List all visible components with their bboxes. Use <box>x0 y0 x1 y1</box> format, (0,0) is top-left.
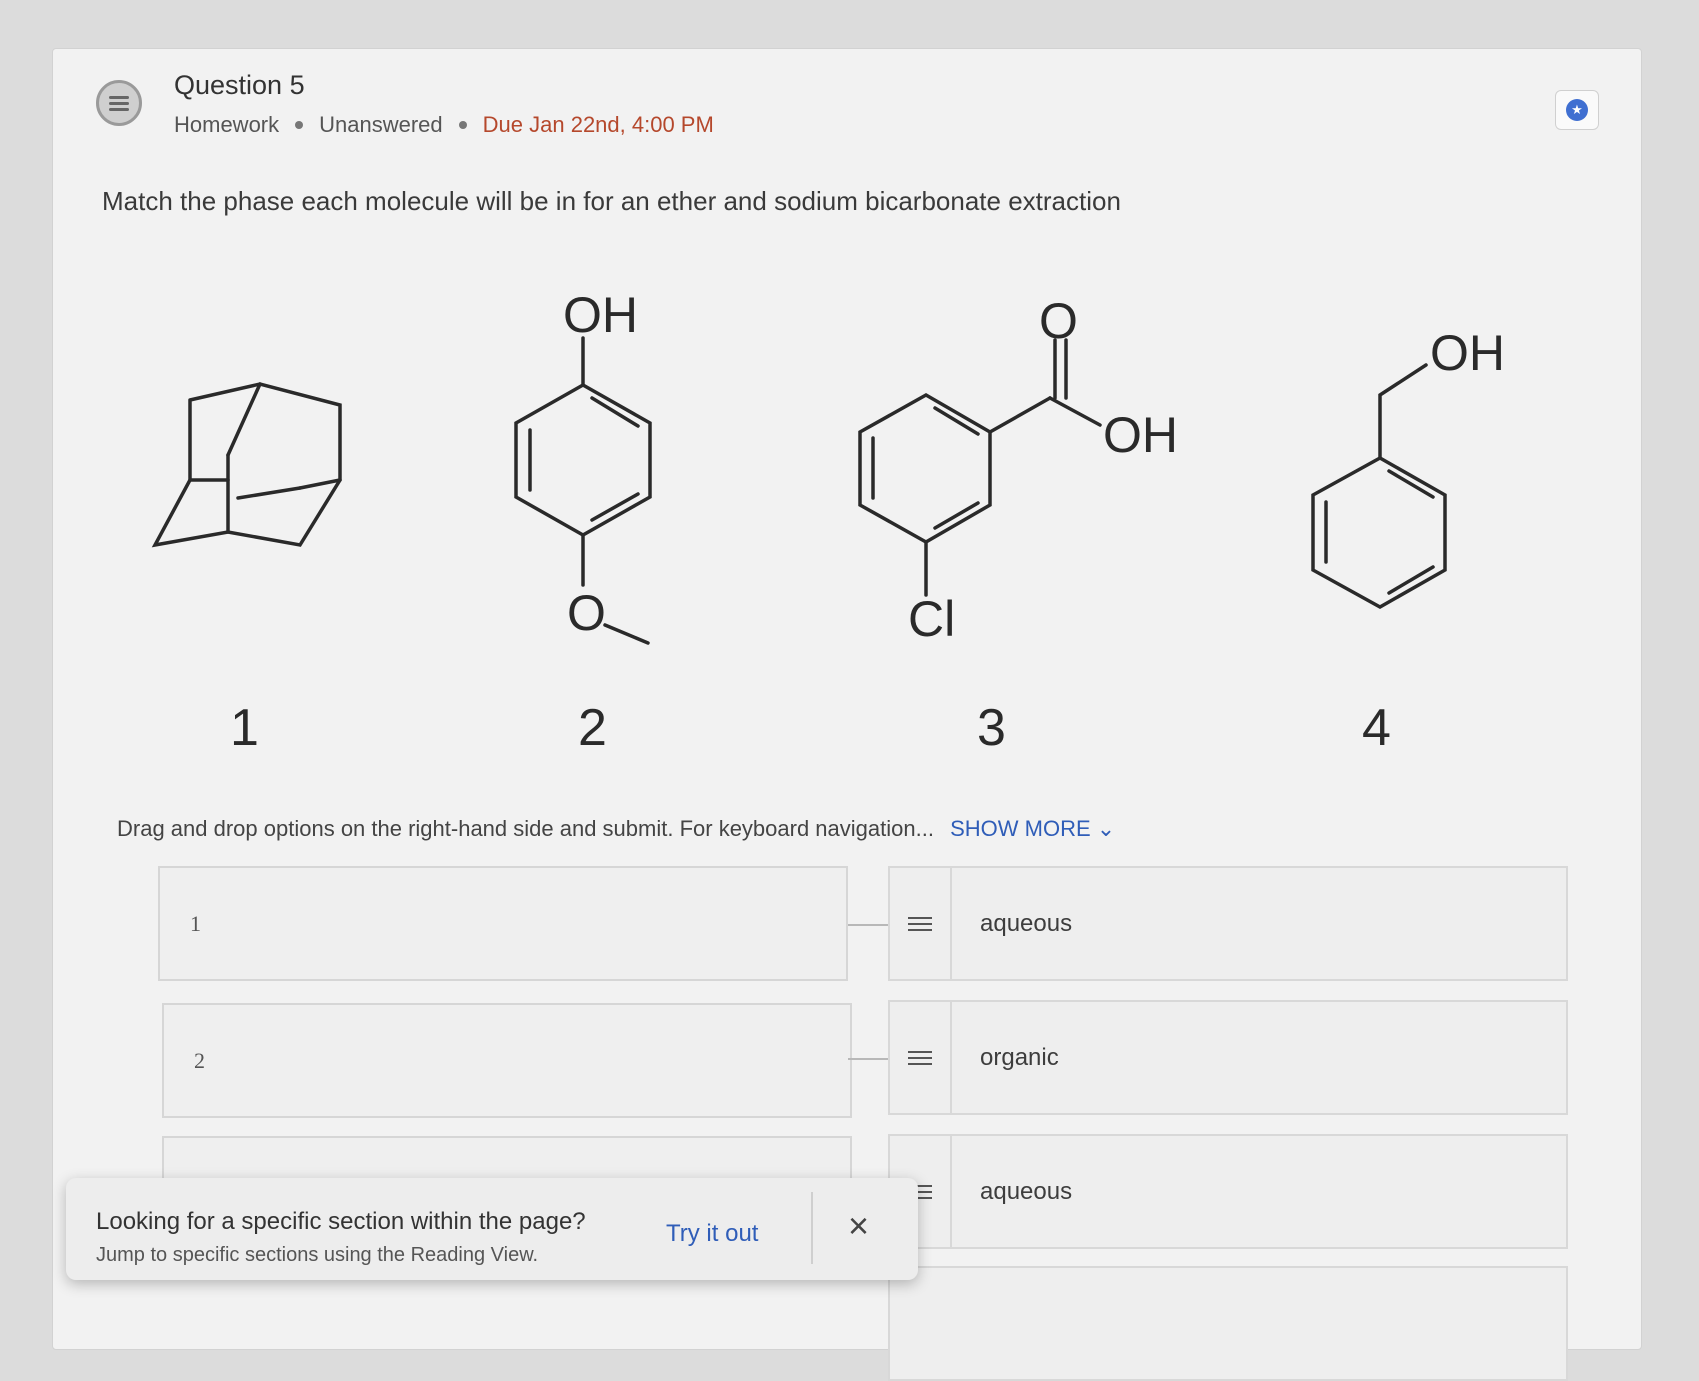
close-icon[interactable]: × <box>848 1208 869 1244</box>
show-more-label: SHOW MORE <box>950 816 1091 841</box>
atom-label: Cl <box>908 591 955 647</box>
drop-target-1[interactable]: 1 <box>158 866 848 981</box>
toast-title: Looking for a specific section within th… <box>96 1208 586 1235</box>
atom-label: O <box>567 585 606 641</box>
connector-line <box>848 924 888 926</box>
molecule-number: 1 <box>230 699 259 757</box>
instructions: Drag and drop options on the right-hand … <box>117 816 1115 842</box>
drop-target-2[interactable]: 2 <box>162 1003 852 1118</box>
molecule-4-benzyl-alcohol <box>1311 363 1447 610</box>
reading-view-toast: Looking for a specific section within th… <box>66 1178 918 1280</box>
molecule-number: 2 <box>578 699 607 757</box>
option-label: aqueous <box>980 1177 1073 1205</box>
show-more-link[interactable]: SHOW MORE ⌄ <box>950 816 1115 841</box>
toast-subtitle: Jump to specific sections using the Read… <box>96 1244 539 1266</box>
molecule-structures: OH O O OH Cl OH 1 2 3 4 <box>151 287 1505 757</box>
toast-divider <box>811 1192 813 1264</box>
instructions-text: Drag and drop options on the right-hand … <box>117 816 934 841</box>
drag-handle-icon[interactable] <box>890 1002 952 1113</box>
chevron-down-icon: ⌄ <box>1096 816 1116 841</box>
option-label: aqueous <box>980 909 1073 937</box>
molecule-3-chlorobenzoic-acid <box>858 338 1102 597</box>
atom-label: OH <box>1103 407 1178 463</box>
option-card[interactable]: aqueous <box>888 1134 1568 1249</box>
atom-label: OH <box>1430 325 1505 381</box>
option-label: organic <box>980 1043 1059 1071</box>
option-card[interactable]: organic <box>888 1000 1568 1115</box>
try-it-out-button[interactable]: Try it out <box>666 1220 758 1248</box>
drag-handle-icon[interactable] <box>890 868 952 979</box>
option-card[interactable] <box>888 1266 1568 1381</box>
drop-target-label: 2 <box>194 1047 205 1073</box>
connector-line <box>848 1058 888 1060</box>
atom-label: OH <box>563 287 638 343</box>
molecule-number: 4 <box>1362 699 1391 757</box>
option-card[interactable]: aqueous <box>888 866 1568 981</box>
molecule-1-adamantane <box>151 382 342 548</box>
drop-target-label: 1 <box>190 910 201 936</box>
molecule-number: 3 <box>977 699 1006 757</box>
atom-label: O <box>1039 293 1078 349</box>
